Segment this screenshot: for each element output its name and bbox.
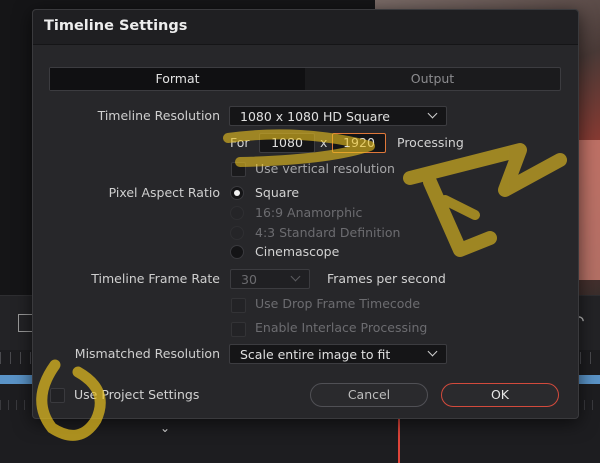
frame-rate-select[interactable]: 30 [230, 269, 310, 289]
timeline-resolution-value: 1080 x 1080 HD Square [240, 109, 390, 124]
radio-anamorphic[interactable] [230, 206, 244, 220]
timeline-resolution-select[interactable]: 1080 x 1080 HD Square [229, 106, 447, 126]
vertical-resolution-label: Use vertical resolution [255, 161, 395, 176]
resolution-width-input[interactable]: 1080 [259, 133, 315, 153]
mismatched-resolution-value: Scale entire image to fit [240, 347, 391, 362]
chevron-down-icon [290, 271, 301, 282]
radio-standard-definition[interactable] [230, 226, 244, 240]
ok-button[interactable]: OK [441, 383, 559, 407]
timeline-settings-dialog: Timeline Settings Format Output Timeline… [32, 9, 579, 419]
interlace-label: Enable Interlace Processing [255, 320, 428, 335]
toolbar-bracket-icon[interactable] [18, 314, 33, 332]
radio-standard-definition-label: 4:3 Standard Definition [255, 225, 401, 240]
timeline-resolution-label: Timeline Resolution [97, 108, 220, 123]
interlace-checkbox[interactable] [231, 322, 246, 337]
frame-rate-label: Timeline Frame Rate [91, 271, 220, 286]
project-settings-checkbox[interactable] [50, 388, 65, 403]
chevron-down-icon [427, 346, 438, 357]
tab-output[interactable]: Output [305, 68, 560, 90]
radio-square[interactable] [230, 186, 244, 200]
radio-cinemascope-label: Cinemascope [255, 244, 340, 259]
chevron-down-icon [427, 108, 438, 119]
radio-square-label: Square [255, 185, 300, 200]
drop-frame-checkbox[interactable] [231, 298, 246, 313]
drop-frame-label: Use Drop Frame Timecode [255, 296, 421, 311]
radio-cinemascope[interactable] [230, 245, 244, 259]
pixel-aspect-ratio-label: Pixel Aspect Ratio [108, 185, 220, 200]
processing-label: Processing [397, 135, 464, 150]
frame-rate-unit: Frames per second [327, 271, 446, 286]
radio-anamorphic-label: 16:9 Anamorphic [255, 205, 363, 220]
tab-bar: Format Output [49, 67, 561, 91]
resolution-height-input[interactable]: 1920 [332, 133, 386, 153]
project-settings-label: Use Project Settings [74, 387, 200, 402]
mismatched-resolution-label: Mismatched Resolution [74, 346, 220, 361]
tab-format[interactable]: Format [50, 68, 305, 90]
dialog-title: Timeline Settings [44, 18, 188, 34]
for-label: For [230, 135, 250, 150]
mismatched-resolution-select[interactable]: Scale entire image to fit [229, 344, 447, 364]
chevron-down-icon[interactable]: ⌄ [160, 421, 170, 435]
frame-rate-value: 30 [241, 272, 257, 287]
x-separator: x [320, 135, 328, 150]
vertical-resolution-checkbox[interactable] [231, 162, 246, 177]
cancel-button[interactable]: Cancel [310, 383, 428, 407]
